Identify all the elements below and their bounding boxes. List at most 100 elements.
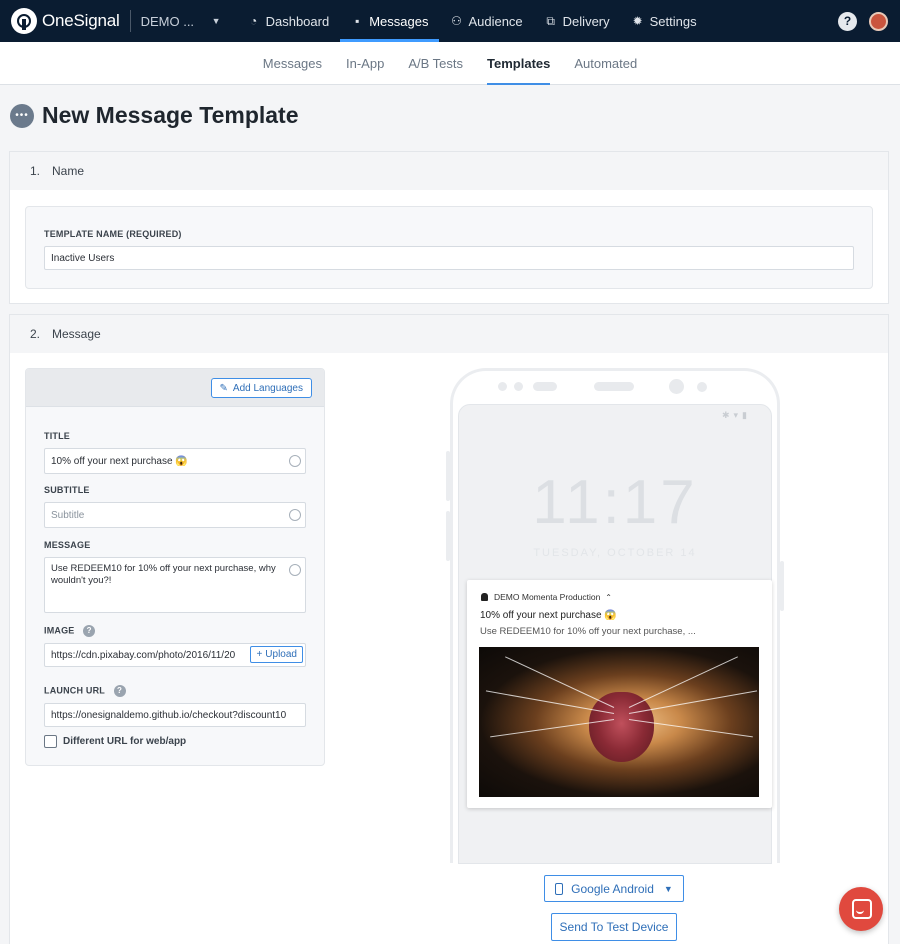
subtitle-placeholder: Subtitle (51, 509, 85, 521)
message-bubble-icon: ••• (10, 103, 34, 128)
page-header: ••• New Message Template (10, 102, 299, 129)
phone-camera-dot (697, 382, 707, 392)
lock-screen-clock: 11:17 (532, 468, 698, 537)
message-form: ✎ Add Languages TITLE 10% off your next … (25, 368, 325, 766)
nav-item-label: Settings (649, 13, 697, 29)
phone-speaker (594, 382, 634, 391)
tab-messages[interactable]: Messages (251, 42, 334, 85)
top-navbar: OneSignal DEMO ... ▼ ◔ Dashboard ▪ Messa… (0, 0, 900, 42)
page-title: New Message Template (42, 102, 299, 128)
caret-down-icon: ▼ (211, 16, 221, 26)
emoji-picker-icon[interactable] (289, 564, 301, 576)
section-header: 2. Message (10, 315, 888, 353)
help-icon[interactable]: ? (83, 625, 96, 637)
messages-icon: ▪ (355, 14, 360, 28)
platform-select-label: Google Android (571, 881, 654, 896)
onesignal-logo[interactable]: OneSignal (11, 8, 120, 34)
notification-image (479, 647, 759, 797)
nav-divider (129, 10, 131, 32)
nav-item-label: Dashboard (265, 13, 330, 29)
template-name-label: TEMPLATE NAME (REQUIRED) (44, 229, 182, 239)
tab-ab-tests[interactable]: A/B Tests (396, 42, 475, 85)
nav-item-delivery[interactable]: ⧉ Delivery (534, 0, 621, 42)
support-chat-icon[interactable] (839, 887, 883, 931)
message-section: 2. Message ✎ Add Languages TITLE 10% off… (9, 314, 889, 944)
phone-camera-dot (669, 379, 684, 394)
notification-title: 10% off your next purchase 😱 (480, 610, 617, 621)
notification-app-name: DEMO Momenta Production (494, 592, 601, 602)
nav-item-label: Delivery (562, 13, 610, 29)
message-value: Use REDEEM10 for 10% off your next purch… (51, 563, 276, 586)
dashboard-icon: ◔ (249, 14, 258, 28)
different-url-checkbox[interactable] (44, 735, 57, 748)
launch-url-input[interactable]: https://onesignaldemo.github.io/checkout… (44, 703, 306, 727)
nav-item-audience[interactable]: ⚇ Audience (439, 0, 533, 42)
push-notification-preview: DEMO Momenta Production ⌃ 10% off your n… (467, 580, 772, 808)
image-url-value: https://cdn.pixabay.com/photo/2016/11/20 (51, 649, 236, 661)
caret-down-icon: ▼ (663, 883, 673, 894)
tab-templates[interactable]: Templates (475, 42, 562, 85)
section-title: Message (52, 327, 101, 341)
phone-side-button (446, 511, 450, 561)
phone-camera-dot (514, 382, 523, 391)
whisker-line (485, 690, 615, 714)
tab-automated[interactable]: Automated (562, 42, 649, 85)
add-languages-button[interactable]: ✎ Add Languages (210, 378, 312, 398)
lock-screen-date: TUESDAY, OCTOBER 14 (533, 547, 697, 559)
nav-item-settings[interactable]: ✹ Settings (621, 0, 708, 42)
onesignal-logo-icon (11, 8, 37, 34)
audience-icon: ⚇ (451, 14, 462, 28)
notification-app-row: DEMO Momenta Production ⌃ (481, 592, 612, 602)
title-input[interactable]: 10% off your next purchase 😱 (44, 448, 306, 474)
phone-icon (555, 882, 564, 895)
app-selector[interactable]: DEMO ... ▼ (141, 14, 221, 29)
title-value: 10% off your next purchase 😱 (51, 455, 188, 467)
title-label: TITLE (44, 431, 70, 441)
message-label: MESSAGE (44, 540, 91, 550)
whisker-line (628, 690, 758, 714)
chevron-up-icon: ⌃ (605, 592, 612, 602)
settings-icon: ✹ (632, 14, 643, 28)
whisker-line (505, 656, 615, 708)
template-name-box: TEMPLATE NAME (REQUIRED) Inactive Users (25, 206, 873, 289)
pencil-icon: ✎ (219, 382, 228, 394)
send-test-device-button[interactable]: Send To Test Device (551, 913, 677, 941)
section-number: 1. (30, 164, 41, 178)
status-bar-icons: ✱▾▮ (721, 410, 751, 420)
platform-select[interactable]: Google Android ▼ (544, 875, 684, 902)
image-label: IMAGE (44, 625, 75, 636)
bell-icon (481, 593, 488, 601)
emoji-picker-icon[interactable] (289, 455, 301, 467)
template-name-input[interactable]: Inactive Users (44, 246, 854, 270)
phone-camera-dot (498, 382, 507, 391)
delivery-icon: ⧉ (546, 14, 555, 28)
app-selector-label: DEMO ... (140, 13, 195, 29)
subtitle-input[interactable]: Subtitle (44, 502, 306, 528)
section-title: Name (52, 164, 85, 178)
tab-in-app[interactable]: In-App (334, 42, 396, 85)
main-nav: ◔ Dashboard ▪ Messages ⚇ Audience ⧉ Deli… (237, 0, 708, 42)
image-label-row: IMAGE ? (44, 625, 96, 637)
name-section: 1. Name TEMPLATE NAME (REQUIRED) Inactiv… (9, 151, 889, 304)
section-header: 1. Name (10, 152, 888, 190)
add-languages-label: Add Languages (232, 382, 303, 394)
emoji-picker-icon[interactable] (289, 509, 301, 521)
nav-item-messages[interactable]: ▪ Messages (340, 0, 440, 42)
help-icon[interactable]: ? (113, 685, 126, 697)
upload-label: Upload (265, 649, 297, 660)
brand-name: OneSignal (42, 11, 120, 30)
phone-side-button (446, 451, 450, 501)
message-textarea[interactable]: Use REDEEM10 for 10% off your next purch… (44, 557, 306, 613)
plus-icon: + (256, 649, 263, 660)
avatar[interactable] (869, 12, 888, 31)
messages-subnav: Messages In-App A/B Tests Templates Auto… (0, 42, 900, 85)
android-preview: ✱▾▮ 11:17 TUESDAY, OCTOBER 14 DEMO Momen… (446, 368, 784, 864)
form-toolbar: ✎ Add Languages (26, 369, 324, 407)
nav-item-dashboard[interactable]: ◔ Dashboard (237, 0, 341, 42)
phone-side-button (780, 561, 784, 611)
upload-button[interactable]: + Upload (250, 646, 303, 663)
image-url-input[interactable]: https://cdn.pixabay.com/photo/2016/11/20… (44, 643, 306, 667)
nav-item-label: Audience (468, 13, 523, 29)
launch-url-label-row: LAUNCH URL ? (44, 685, 126, 697)
help-icon[interactable]: ? (838, 12, 857, 31)
